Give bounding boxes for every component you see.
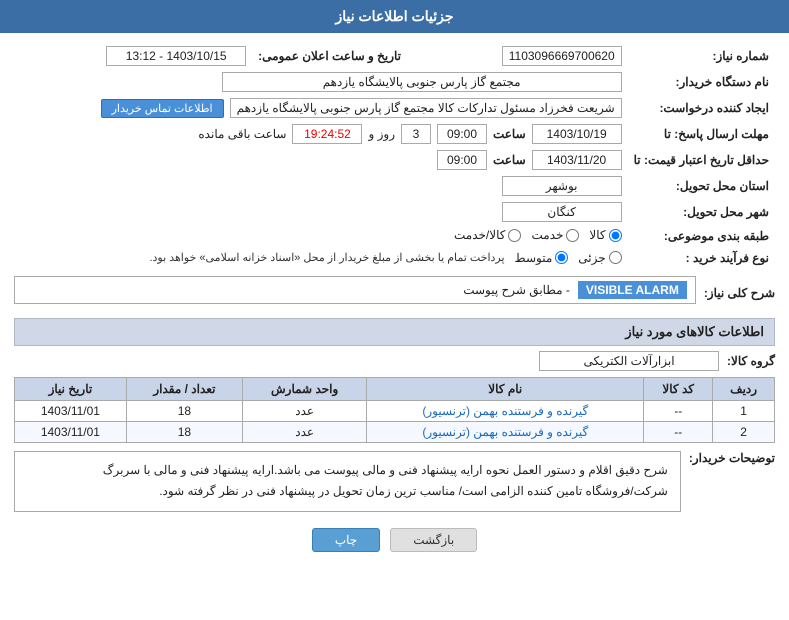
- group-label: گروه کالا:: [727, 354, 775, 368]
- creator-value: شریعت فخرزاد مسئول تداركات كالا مجتمع گا…: [230, 98, 622, 118]
- notes-section: توضیحات خریدار: شرح دقیق اقلام و دستور ا…: [14, 451, 775, 520]
- items-table: ردیف کد کالا نام کالا واحد شمارش تعداد /…: [14, 377, 775, 443]
- response-deadline-label: مهلت ارسال پاسخ: تا: [628, 121, 775, 147]
- print-button[interactable]: چاپ: [312, 528, 380, 552]
- price-time-label: ساعت: [493, 153, 526, 167]
- category-option-1[interactable]: کالا: [589, 228, 621, 242]
- response-days: 3: [401, 124, 431, 144]
- col-row: ردیف: [713, 377, 775, 400]
- price-deadline-label: حداقل تاریخ اعتبار قیمت: تا: [628, 147, 775, 173]
- group-row: گروه کالا: ابزارآلات الکتریکی: [14, 351, 775, 371]
- col-qty: تعداد / مقدار: [126, 377, 242, 400]
- response-remaining-label: ساعت باقی مانده: [198, 127, 286, 141]
- desc-label: شرح کلی نیاز:: [704, 286, 775, 300]
- buyer-label: نام دستگاه خریدار:: [628, 69, 775, 95]
- col-name: نام کالا: [367, 377, 644, 400]
- response-remaining: 19:24:52: [292, 124, 362, 144]
- price-date: 1403/11/20: [532, 150, 622, 170]
- buyer-value: مجتمع گاز پارس جنوبی پالایشگاه یازدهم: [222, 72, 622, 92]
- purchase-type-row: نوع فرآیند خرید : جزئی متوسط پرداخت تمام…: [14, 248, 775, 268]
- category-row: طبقه بندی موضوعی: کالا خدمت کالا/خدمت: [14, 225, 775, 248]
- creator-label: ایجاد کننده درخواست:: [628, 95, 775, 121]
- purchase-type-option-1[interactable]: جزئی: [578, 251, 621, 265]
- back-button[interactable]: بازگشت: [390, 528, 477, 552]
- price-time: 09:00: [437, 150, 487, 170]
- group-value: ابزارآلات الکتریکی: [539, 351, 719, 371]
- province-row: استان محل تحویل: بوشهر: [14, 173, 775, 199]
- page-wrapper: جزئیات اطلاعات نیاز شماره نیاز: 11030966…: [0, 0, 789, 620]
- table-header-row: ردیف کد کالا نام کالا واحد شمارش تعداد /…: [15, 377, 775, 400]
- col-code: کد کالا: [644, 377, 713, 400]
- province-label: استان محل تحویل:: [628, 173, 775, 199]
- category-label: طبقه بندی موضوعی:: [628, 225, 775, 248]
- col-date: تاریخ نیاز: [15, 377, 127, 400]
- province-value: بوشهر: [502, 176, 622, 196]
- content-area: شماره نیاز: 1103096669700620 تاریخ و ساع…: [0, 33, 789, 562]
- purchase-type-radio-group: جزئی متوسط: [515, 251, 622, 265]
- purchase-type-label: نوع فرآیند خرید :: [628, 248, 775, 268]
- response-date: 1403/10/19: [532, 124, 622, 144]
- response-deadline-row: مهلت ارسال پاسخ: تا 1403/10/19 ساعت 09:0…: [14, 121, 775, 147]
- buyer-row: نام دستگاه خریدار: مجتمع گاز پارس جنوبی …: [14, 69, 775, 95]
- response-time-label: ساعت: [493, 127, 526, 141]
- page-header: جزئیات اطلاعات نیاز: [0, 0, 789, 33]
- info-table: شماره نیاز: 1103096669700620 تاریخ و ساع…: [14, 43, 775, 268]
- buyer-notes: شرح دقیق اقلام و دستور العمل نحوه ارایه …: [14, 451, 681, 512]
- items-section-header: اطلاعات کالاهای مورد نیاز: [14, 318, 775, 346]
- buyer-notes-text: شرح دقیق اقلام و دستور العمل نحوه ارایه …: [103, 463, 668, 499]
- alarm-bar: VISIBLE ALARM - مطابق شرح پیوست: [14, 276, 696, 304]
- purchase-type-note: پرداخت تمام یا بخشی از مبلغ خریدار از مح…: [149, 251, 504, 264]
- table-row: 1 -- گیرنده و فرستنده بهمن (ترنسیور) عدد…: [15, 400, 775, 421]
- action-buttons: بازگشت چاپ: [14, 528, 775, 552]
- purchase-type-option-2[interactable]: متوسط: [515, 251, 569, 265]
- header-title: جزئیات اطلاعات نیاز: [335, 8, 453, 24]
- col-unit: واحد شمارش: [243, 377, 367, 400]
- city-label: شهر محل تحویل:: [628, 199, 775, 225]
- price-deadline-row: حداقل تاریخ اعتبار قیمت: تا 1403/11/20 س…: [14, 147, 775, 173]
- alarm-desc: - مطابق شرح پیوست: [23, 283, 570, 297]
- contact-info-button[interactable]: اطلاعات تماس خریدار: [101, 99, 224, 118]
- response-time: 09:00: [437, 124, 487, 144]
- req-number-row: شماره نیاز: 1103096669700620 تاریخ و ساع…: [14, 43, 775, 69]
- response-days-label: روز و: [368, 127, 395, 141]
- creator-row: ایجاد کننده درخواست: شریعت فخرزاد مسئول …: [14, 95, 775, 121]
- city-value: كنگان: [502, 202, 622, 222]
- req-number-value: 1103096669700620: [502, 46, 622, 66]
- category-option-2[interactable]: خدمت: [531, 228, 579, 242]
- table-row: 2 -- گیرنده و فرستنده بهمن (ترنسیور) عدد…: [15, 421, 775, 442]
- date-label: تاریخ و ساعت اعلان عمومی:: [252, 43, 421, 69]
- buyer-notes-label: توضیحات خریدار:: [689, 451, 775, 465]
- desc-row: شرح کلی نیاز: VISIBLE ALARM - مطابق شرح …: [14, 276, 775, 310]
- category-option-3[interactable]: کالا/خدمت: [454, 228, 521, 242]
- req-number-label: شماره نیاز:: [628, 43, 775, 69]
- date-value: 1403/10/15 - 13:12: [106, 46, 246, 66]
- alarm-label: VISIBLE ALARM: [578, 281, 687, 299]
- city-row: شهر محل تحویل: كنگان: [14, 199, 775, 225]
- category-radio-group: کالا خدمت کالا/خدمت: [454, 228, 622, 242]
